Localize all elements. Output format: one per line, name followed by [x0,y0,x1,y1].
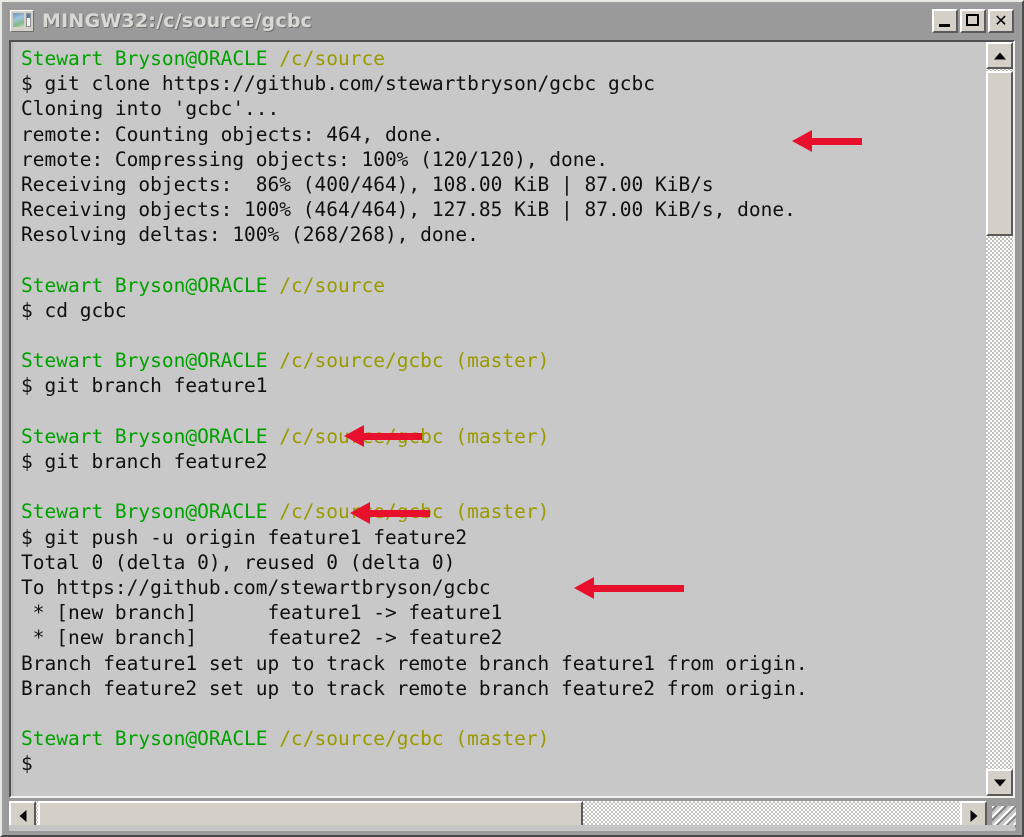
prompt-user: Stewart Bryson@ORACLE [21,47,268,70]
prompt-separator [268,727,280,750]
terminal-line-output: remote: Counting objects: 464, done. [21,122,986,147]
prompt-separator [268,274,280,297]
terminal-line-prompt: Stewart Bryson@ORACLE /c/source [21,273,986,298]
terminal-command-text: $ cd gcbc [21,298,127,322]
icon-panel [26,13,31,27]
terminal-line-blank [21,474,986,499]
terminal-command-text: $ git clone https://github.com/stewartbr… [21,72,655,96]
terminal-output-text [21,475,33,498]
prompt-path: /c/source/gcbc (master) [279,349,550,373]
maximize-icon [966,14,979,26]
terminal-line-output: Total 0 (delta 0), reused 0 (delta 0) [21,550,986,575]
chevron-right-icon [970,810,977,822]
close-button[interactable]: ✕ [988,9,1014,33]
scroll-up-button[interactable] [986,42,1013,69]
vertical-scrollbar[interactable] [986,42,1013,796]
prompt-user: Stewart Bryson@ORACLE [21,273,268,297]
prompt-separator [268,47,280,70]
terminal-line-prompt: Stewart Bryson@ORACLE /c/source/gcbc (ma… [21,499,986,524]
terminal-command-text: $ [21,752,33,776]
terminal-output-text: To https://github.com/stewartbryson/gcbc [21,575,491,599]
prompt-user: Stewart Bryson@ORACLE [21,349,268,373]
terminal-line-output: To https://github.com/stewartbryson/gcbc [21,575,986,600]
terminal-window: MINGW32:/c/source/gcbc ✕ Stewart Bryson@… [0,0,1024,837]
terminal-line-output: * [new branch] feature1 -> feature1 [21,600,986,625]
chevron-down-icon [993,779,1006,786]
minimize-button[interactable] [932,9,958,33]
terminal-output-text: remote: Compressing objects: 100% (120/1… [21,147,608,171]
prompt-path: /c/source/gcbc (master) [279,727,550,751]
terminal-command-text: $ git branch feature1 [21,374,268,398]
terminal-line-prompt: Stewart Bryson@ORACLE /c/source/gcbc (ma… [21,348,986,373]
terminal-command-text: $ git push -u origin feature1 feature2 [21,525,468,549]
maximize-button[interactable] [960,9,986,33]
prompt-separator [268,349,280,372]
prompt-separator [268,500,280,523]
terminal-output-text [21,400,33,423]
window-controls: ✕ [932,9,1014,33]
prompt-user: Stewart Bryson@ORACLE [21,727,268,751]
close-icon: ✕ [994,11,1008,30]
terminal-lines: Stewart Bryson@ORACLE /c/source $ git clo… [14,42,986,776]
terminal-output-text: Receiving objects: 86% (400/464), 108.00… [21,172,714,196]
prompt-user: Stewart Bryson@ORACLE [21,500,268,524]
prompt-path: /c/source [279,47,385,70]
prompt-path: /c/source/gcbc (master) [279,424,550,448]
terminal-output-text: * [new branch] feature1 -> feature1 [21,601,503,625]
terminal-output[interactable]: Stewart Bryson@ORACLE /c/source $ git clo… [11,42,986,796]
terminal-line-command: $ [21,751,986,776]
terminal-line-command: $ git branch feature2 [21,449,986,474]
terminal-line-command: $ git clone https://github.com/stewartbr… [21,71,986,96]
prompt-user: Stewart Bryson@ORACLE [21,424,268,448]
terminal-output-text: Total 0 (delta 0), reused 0 (delta 0) [21,550,456,574]
terminal-line-prompt: Stewart Bryson@ORACLE /c/source/gcbc (ma… [21,726,986,751]
terminal-line-output: Branch feature2 set up to track remote b… [21,676,986,701]
terminal-output-text [21,249,33,272]
terminal-client-area: Stewart Bryson@ORACLE /c/source $ git clo… [9,40,1015,798]
terminal-line-blank [21,323,986,348]
terminal-line-output: remote: Compressing objects: 100% (120/1… [21,147,986,172]
terminal-output-text: * [new branch] feature2 -> feature2 [21,626,503,650]
terminal-line-output: * [new branch] feature2 -> feature2 [21,625,986,650]
terminal-line-prompt: Stewart Bryson@ORACLE /c/source [21,46,986,71]
terminal-line-blank [21,399,986,424]
terminal-line-command: $ cd gcbc [21,298,986,323]
prompt-separator [268,425,280,448]
vertical-scroll-thumb[interactable] [986,71,1013,236]
terminal-output-text: Branch feature2 set up to track remote b… [21,676,808,700]
window-inner: MINGW32:/c/source/gcbc ✕ Stewart Bryson@… [4,4,1020,833]
titlebar[interactable]: MINGW32:/c/source/gcbc ✕ [4,4,1020,38]
terminal-line-command: $ git branch feature1 [21,373,986,398]
terminal-line-command: $ git push -u origin feature1 feature2 [21,525,986,550]
statusbar [9,825,1015,831]
terminal-line-output: Cloning into 'gcbc'... [21,96,986,121]
chevron-left-icon [19,810,26,822]
prompt-path: /c/source/gcbc (master) [279,500,550,524]
terminal-line-blank [21,248,986,273]
chevron-up-icon [993,52,1006,59]
terminal-command-text: $ git branch feature2 [21,450,268,473]
terminal-output-text: Receiving objects: 100% (464/464), 127.8… [21,198,796,222]
terminal-output-text: Branch feature1 set up to track remote b… [21,651,808,675]
window-title: MINGW32:/c/source/gcbc [42,10,313,32]
terminal-line-output: Receiving objects: 86% (400/464), 108.00… [21,172,986,197]
scroll-down-button[interactable] [986,769,1013,796]
terminal-line-prompt: Stewart Bryson@ORACLE /c/source/gcbc (ma… [21,424,986,449]
terminal-output-text [21,324,33,347]
prompt-path: /c/source [279,273,385,297]
terminal-output-text [21,702,33,725]
terminal-line-output: Receiving objects: 100% (464/464), 127.8… [21,197,986,222]
terminal-output-text: Resolving deltas: 100% (268/268), done. [21,223,479,247]
terminal-output-text: remote: Counting objects: 464, done. [21,122,444,146]
terminal-window-icon [10,10,34,32]
terminal-line-blank [21,701,986,726]
terminal-line-output: Resolving deltas: 100% (268/268), done. [21,222,986,247]
minimize-icon [939,24,950,27]
terminal-line-output: Branch feature1 set up to track remote b… [21,651,986,676]
terminal-output-text: Cloning into 'gcbc'... [21,97,280,121]
icon-screen [13,13,24,27]
